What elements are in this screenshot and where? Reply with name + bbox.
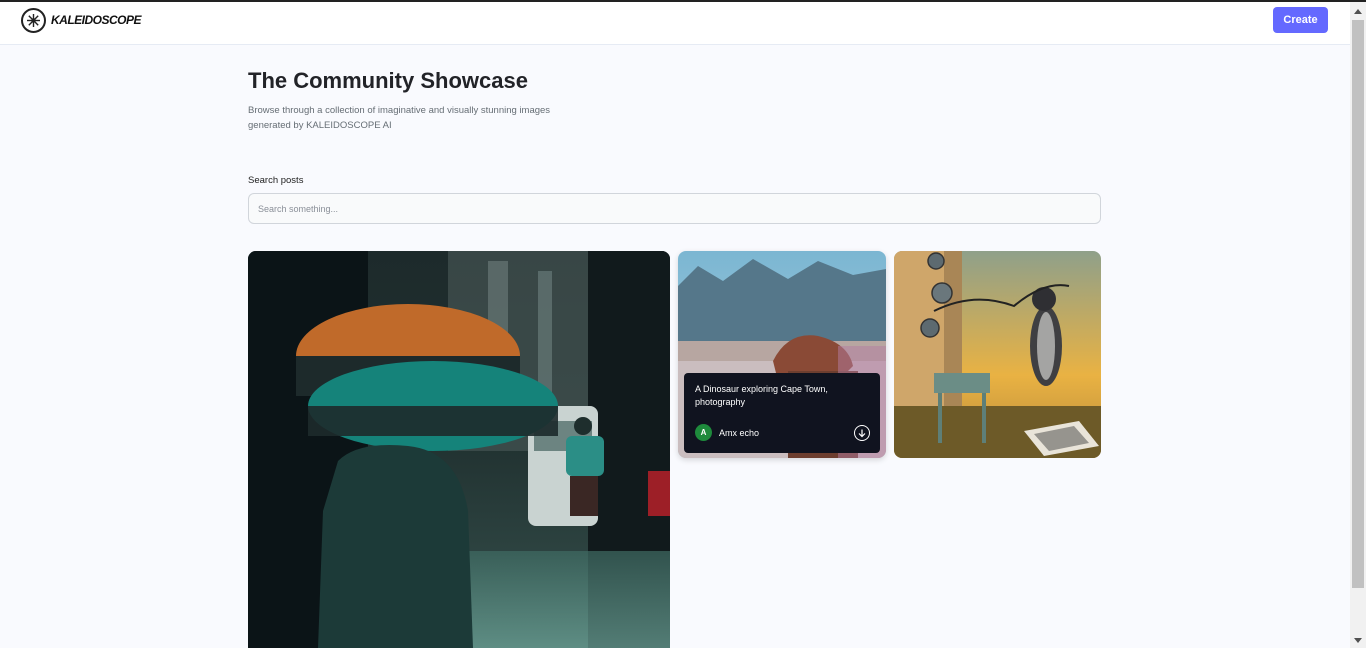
post-image	[894, 251, 1101, 458]
create-button[interactable]: Create	[1273, 7, 1328, 33]
search-input[interactable]	[248, 193, 1101, 224]
post-prompt: A Dinosaur exploring Cape Town, photogra…	[695, 384, 828, 407]
avatar: A	[695, 424, 712, 441]
scroll-up-arrow-icon[interactable]	[1354, 9, 1362, 14]
search-label: Search posts	[248, 175, 304, 186]
scroll-thumb[interactable]	[1352, 20, 1364, 588]
download-icon[interactable]	[854, 425, 870, 441]
page-title: The Community Showcase	[248, 68, 528, 93]
post-card[interactable]: A Dinosaur exploring Cape Town, photogra…	[678, 251, 886, 458]
page-subtitle: Browse through a collection of imaginati…	[248, 105, 551, 131]
scroll-down-arrow-icon[interactable]	[1354, 638, 1362, 643]
post-image	[248, 251, 670, 648]
post-card[interactable]	[248, 251, 670, 648]
post-overlay: A Dinosaur exploring Cape Town, photogra…	[684, 373, 880, 453]
logo-text[interactable]: KALEIDOSCOPE	[51, 13, 142, 27]
post-author: A Amx echo	[695, 424, 759, 441]
author-name: Amx echo	[719, 427, 760, 438]
navbar: KALEIDOSCOPE Create	[0, 2, 1350, 45]
page-scrollbar[interactable]	[1350, 2, 1366, 648]
kaleidoscope-logo-icon[interactable]	[21, 8, 46, 33]
post-card[interactable]	[894, 251, 1101, 458]
